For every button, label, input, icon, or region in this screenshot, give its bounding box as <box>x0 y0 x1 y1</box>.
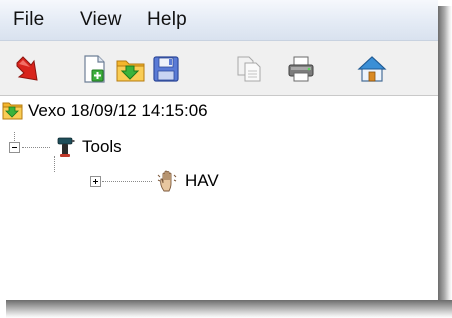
minus-icon <box>12 147 17 148</box>
tree-connector <box>22 147 50 148</box>
print-icon <box>288 56 314 82</box>
collapse-toggle[interactable] <box>9 142 20 153</box>
copy-icon <box>237 56 261 82</box>
menu-bar: File View Help <box>0 0 438 41</box>
menu-view[interactable]: View <box>80 9 122 31</box>
copy-button[interactable] <box>233 53 265 85</box>
save-icon <box>153 56 179 82</box>
tree-connector <box>102 181 152 182</box>
download-button[interactable] <box>12 53 44 85</box>
app-window: File View Help Vexo 18/09/12 14:15:06 To… <box>0 0 438 300</box>
import-button[interactable] <box>115 53 147 85</box>
home-icon <box>357 56 387 82</box>
new-button[interactable] <box>78 53 110 85</box>
tree-node-hav-label: HAV <box>185 171 219 190</box>
window-shadow-right <box>438 6 452 318</box>
save-button[interactable] <box>150 53 182 85</box>
tree-connector <box>54 156 55 172</box>
vibrating-hand-icon <box>157 170 177 192</box>
menu-file[interactable]: File <box>13 9 44 31</box>
folder-import-icon <box>2 102 23 120</box>
print-button[interactable] <box>285 53 317 85</box>
red-down-arrow-icon <box>16 56 38 81</box>
home-button[interactable] <box>356 53 388 85</box>
import-folder-icon <box>116 60 145 82</box>
drill-icon <box>57 137 75 157</box>
tree-node-root-label: Vexo 18/09/12 14:15:06 <box>28 101 208 120</box>
tree-view: Vexo 18/09/12 14:15:06 Tools HAV <box>0 96 438 300</box>
new-document-icon <box>84 55 105 83</box>
window-shadow-bottom <box>6 300 452 318</box>
menu-help[interactable]: Help <box>147 9 187 31</box>
expand-toggle[interactable] <box>90 176 101 187</box>
tree-node-tools-label: Tools <box>82 137 122 156</box>
toolbar <box>0 41 438 96</box>
